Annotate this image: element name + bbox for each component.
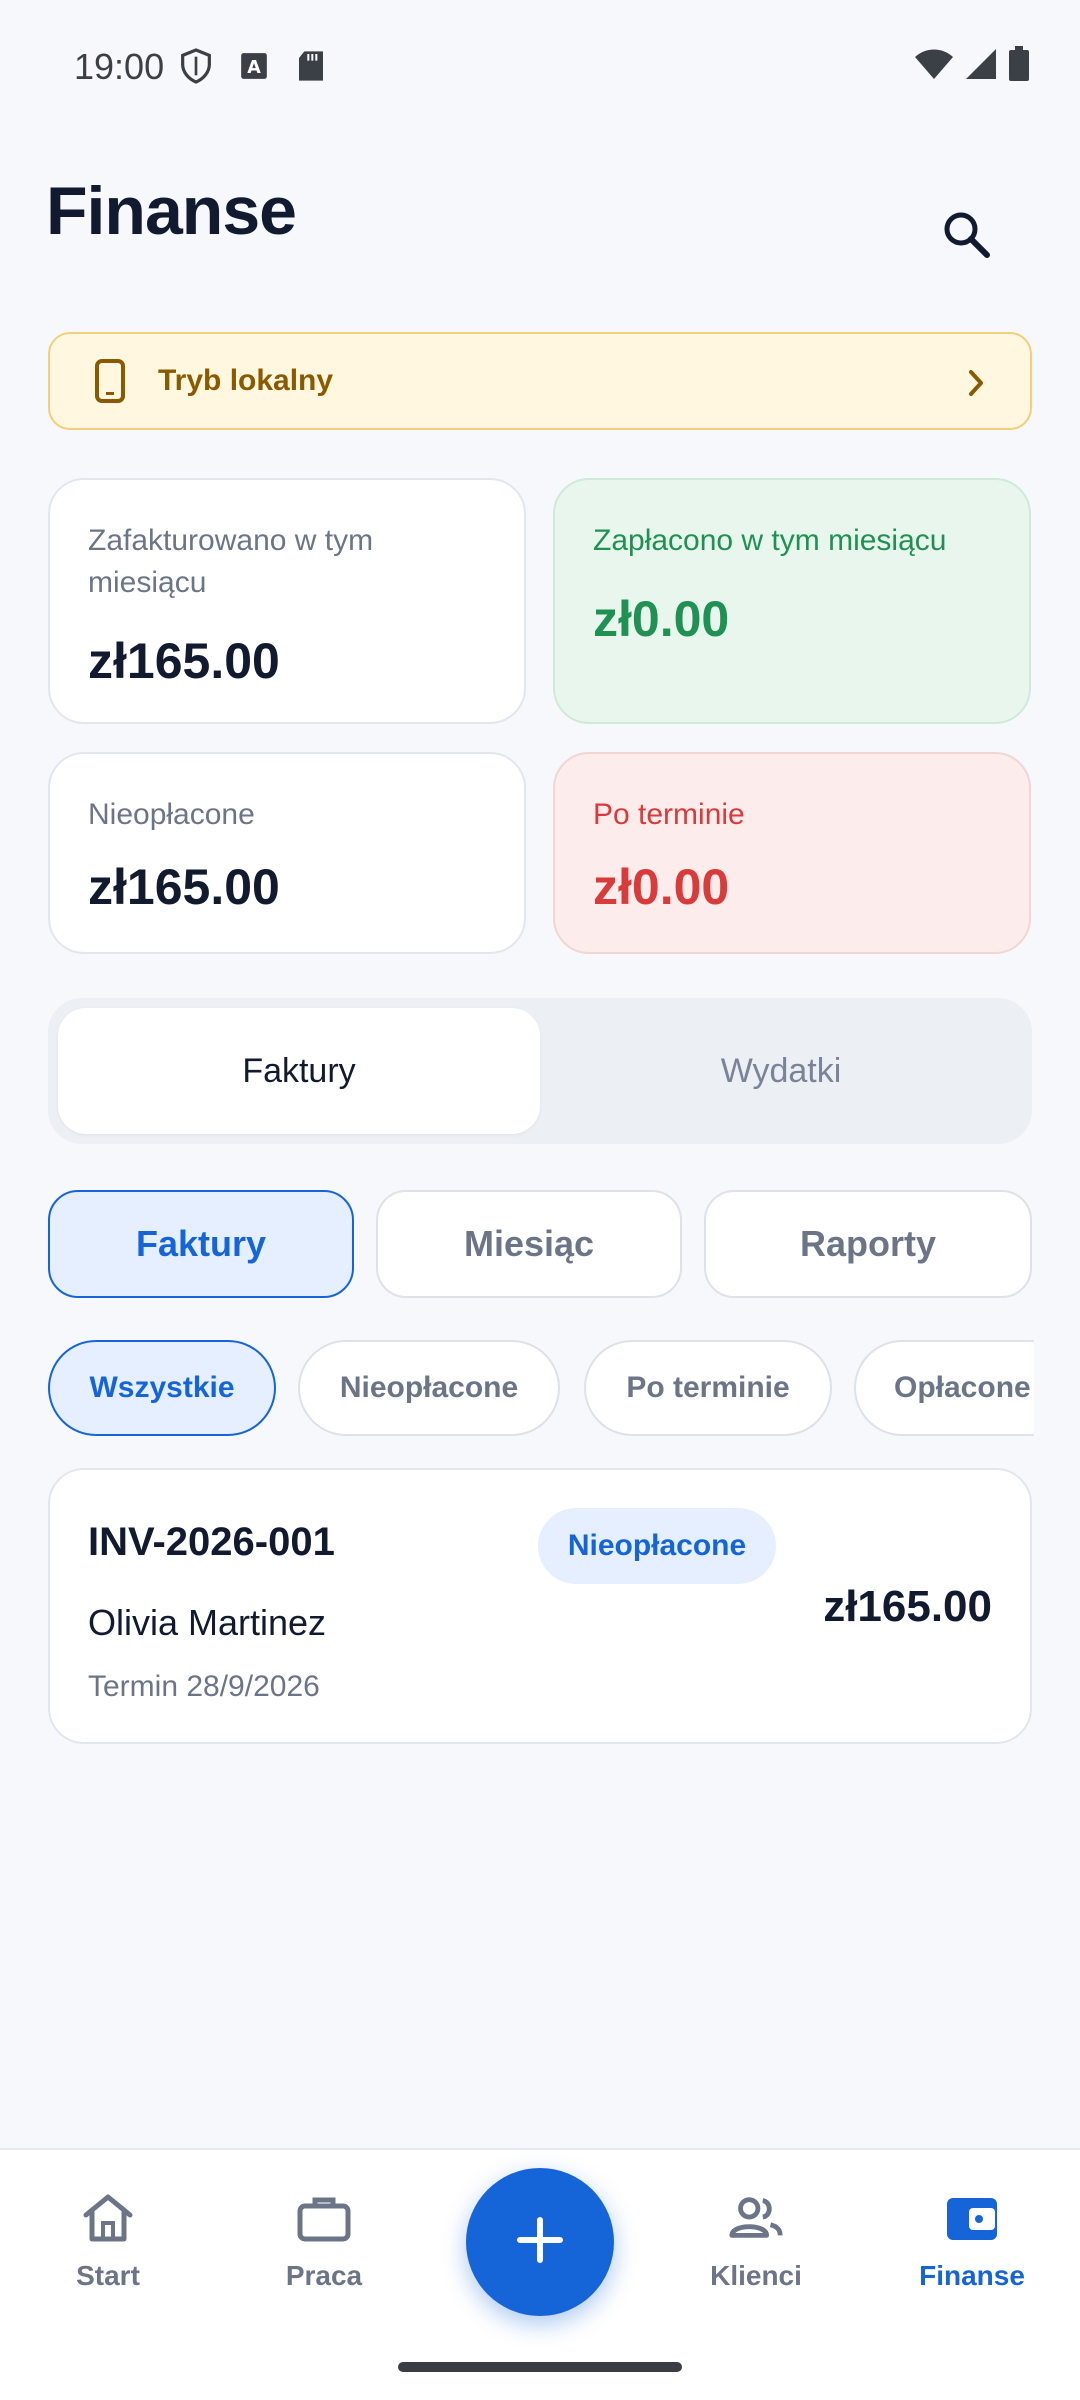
briefcase-icon [296, 2190, 352, 2246]
local-mode-banner[interactable]: Tryb lokalny [48, 332, 1032, 430]
nav-item-clients[interactable]: Klienci [656, 2190, 856, 2330]
invoiced-value: zł165.00 [88, 633, 280, 689]
wifi-icon [914, 47, 954, 86]
unpaid-card: Nieopłacone zł165.00 [48, 752, 526, 954]
overdue-label: Po terminie [593, 798, 745, 831]
wallet-icon [944, 2190, 1000, 2246]
filter-chip-paid[interactable]: Opłacone [854, 1340, 1034, 1436]
invoice-card[interactable]: INV-2026-001 Nieopłacone Olivia Martinez… [48, 1468, 1032, 1744]
shield-icon [180, 48, 212, 89]
status-filter-chips: Wszystkie Nieopłacone Po terminie Opłaco… [48, 1338, 1034, 1438]
segment-expenses[interactable]: Wydatki [540, 1008, 1022, 1134]
signal-icon [964, 47, 998, 86]
filter-chip-unpaid[interactable]: Nieopłacone [298, 1340, 560, 1436]
nav-item-work[interactable]: Praca [224, 2190, 424, 2330]
add-button[interactable] [466, 2168, 614, 2316]
unpaid-value: zł165.00 [88, 859, 280, 915]
unpaid-label: Nieopłacone [88, 798, 255, 831]
battery-icon [1008, 46, 1030, 87]
invoice-amount: zł165.00 [823, 1582, 992, 1631]
invoiced-label: Zafakturowano w tym miesiącu [88, 524, 374, 599]
svg-text:A: A [247, 58, 261, 78]
nav-label-work: Praca [285, 2260, 363, 2291]
segment-invoices[interactable]: Faktury [58, 1008, 540, 1134]
invoice-client: Olivia Martinez [88, 1602, 327, 1643]
sd-card-icon [296, 50, 326, 87]
phone-icon [90, 356, 130, 406]
filter-chip-overdue[interactable]: Po terminie [584, 1340, 832, 1436]
people-icon [728, 2190, 784, 2246]
search-icon [940, 208, 992, 265]
plus-icon [514, 2214, 566, 2271]
filter-chip-all[interactable]: Wszystkie [48, 1340, 276, 1436]
home-indicator[interactable] [398, 2362, 682, 2372]
overdue-value: zł0.00 [593, 859, 730, 915]
invoice-number: INV-2026-001 [88, 1520, 335, 1564]
invoiced-this-month-card: Zafakturowano w tym miesiącu zł165.00 [48, 478, 526, 724]
invoice-due-date: Termin 28/9/2026 [88, 1670, 320, 1703]
search-button[interactable] [930, 200, 1002, 272]
invoices-expenses-segmented-control: Faktury Wydatki [48, 998, 1032, 1144]
paid-label: Zapłacono w tym miesiącu [593, 524, 947, 557]
status-badge: Nieopłacone [538, 1508, 776, 1584]
subtab-month[interactable]: Miesiąc [376, 1190, 682, 1298]
font-icon: A [240, 52, 268, 85]
finance-screen: 19:00 A Finanse Tryb lokalny Zafakturowa… [0, 0, 1080, 2400]
nav-label-clients: Klienci [710, 2260, 802, 2291]
page-title: Finanse [46, 173, 297, 249]
status-bar: 19:00 A [0, 0, 1080, 130]
subtab-invoices[interactable]: Faktury [48, 1190, 354, 1298]
chevron-right-icon [966, 368, 986, 403]
nav-item-start[interactable]: Start [8, 2190, 208, 2330]
nav-label-start: Start [76, 2260, 140, 2291]
paid-value: zł0.00 [593, 591, 730, 647]
home-icon [80, 2190, 136, 2246]
overdue-card: Po terminie zł0.00 [553, 752, 1031, 954]
nav-item-finance[interactable]: Finanse [872, 2190, 1072, 2330]
status-time: 19:00 [74, 46, 165, 87]
subtab-reports[interactable]: Raporty [704, 1190, 1032, 1298]
local-mode-label: Tryb lokalny [158, 364, 334, 397]
paid-this-month-card: Zapłacono w tym miesiącu zł0.00 [553, 478, 1031, 724]
status-indicators [914, 46, 1030, 87]
nav-label-finance: Finanse [919, 2260, 1025, 2291]
